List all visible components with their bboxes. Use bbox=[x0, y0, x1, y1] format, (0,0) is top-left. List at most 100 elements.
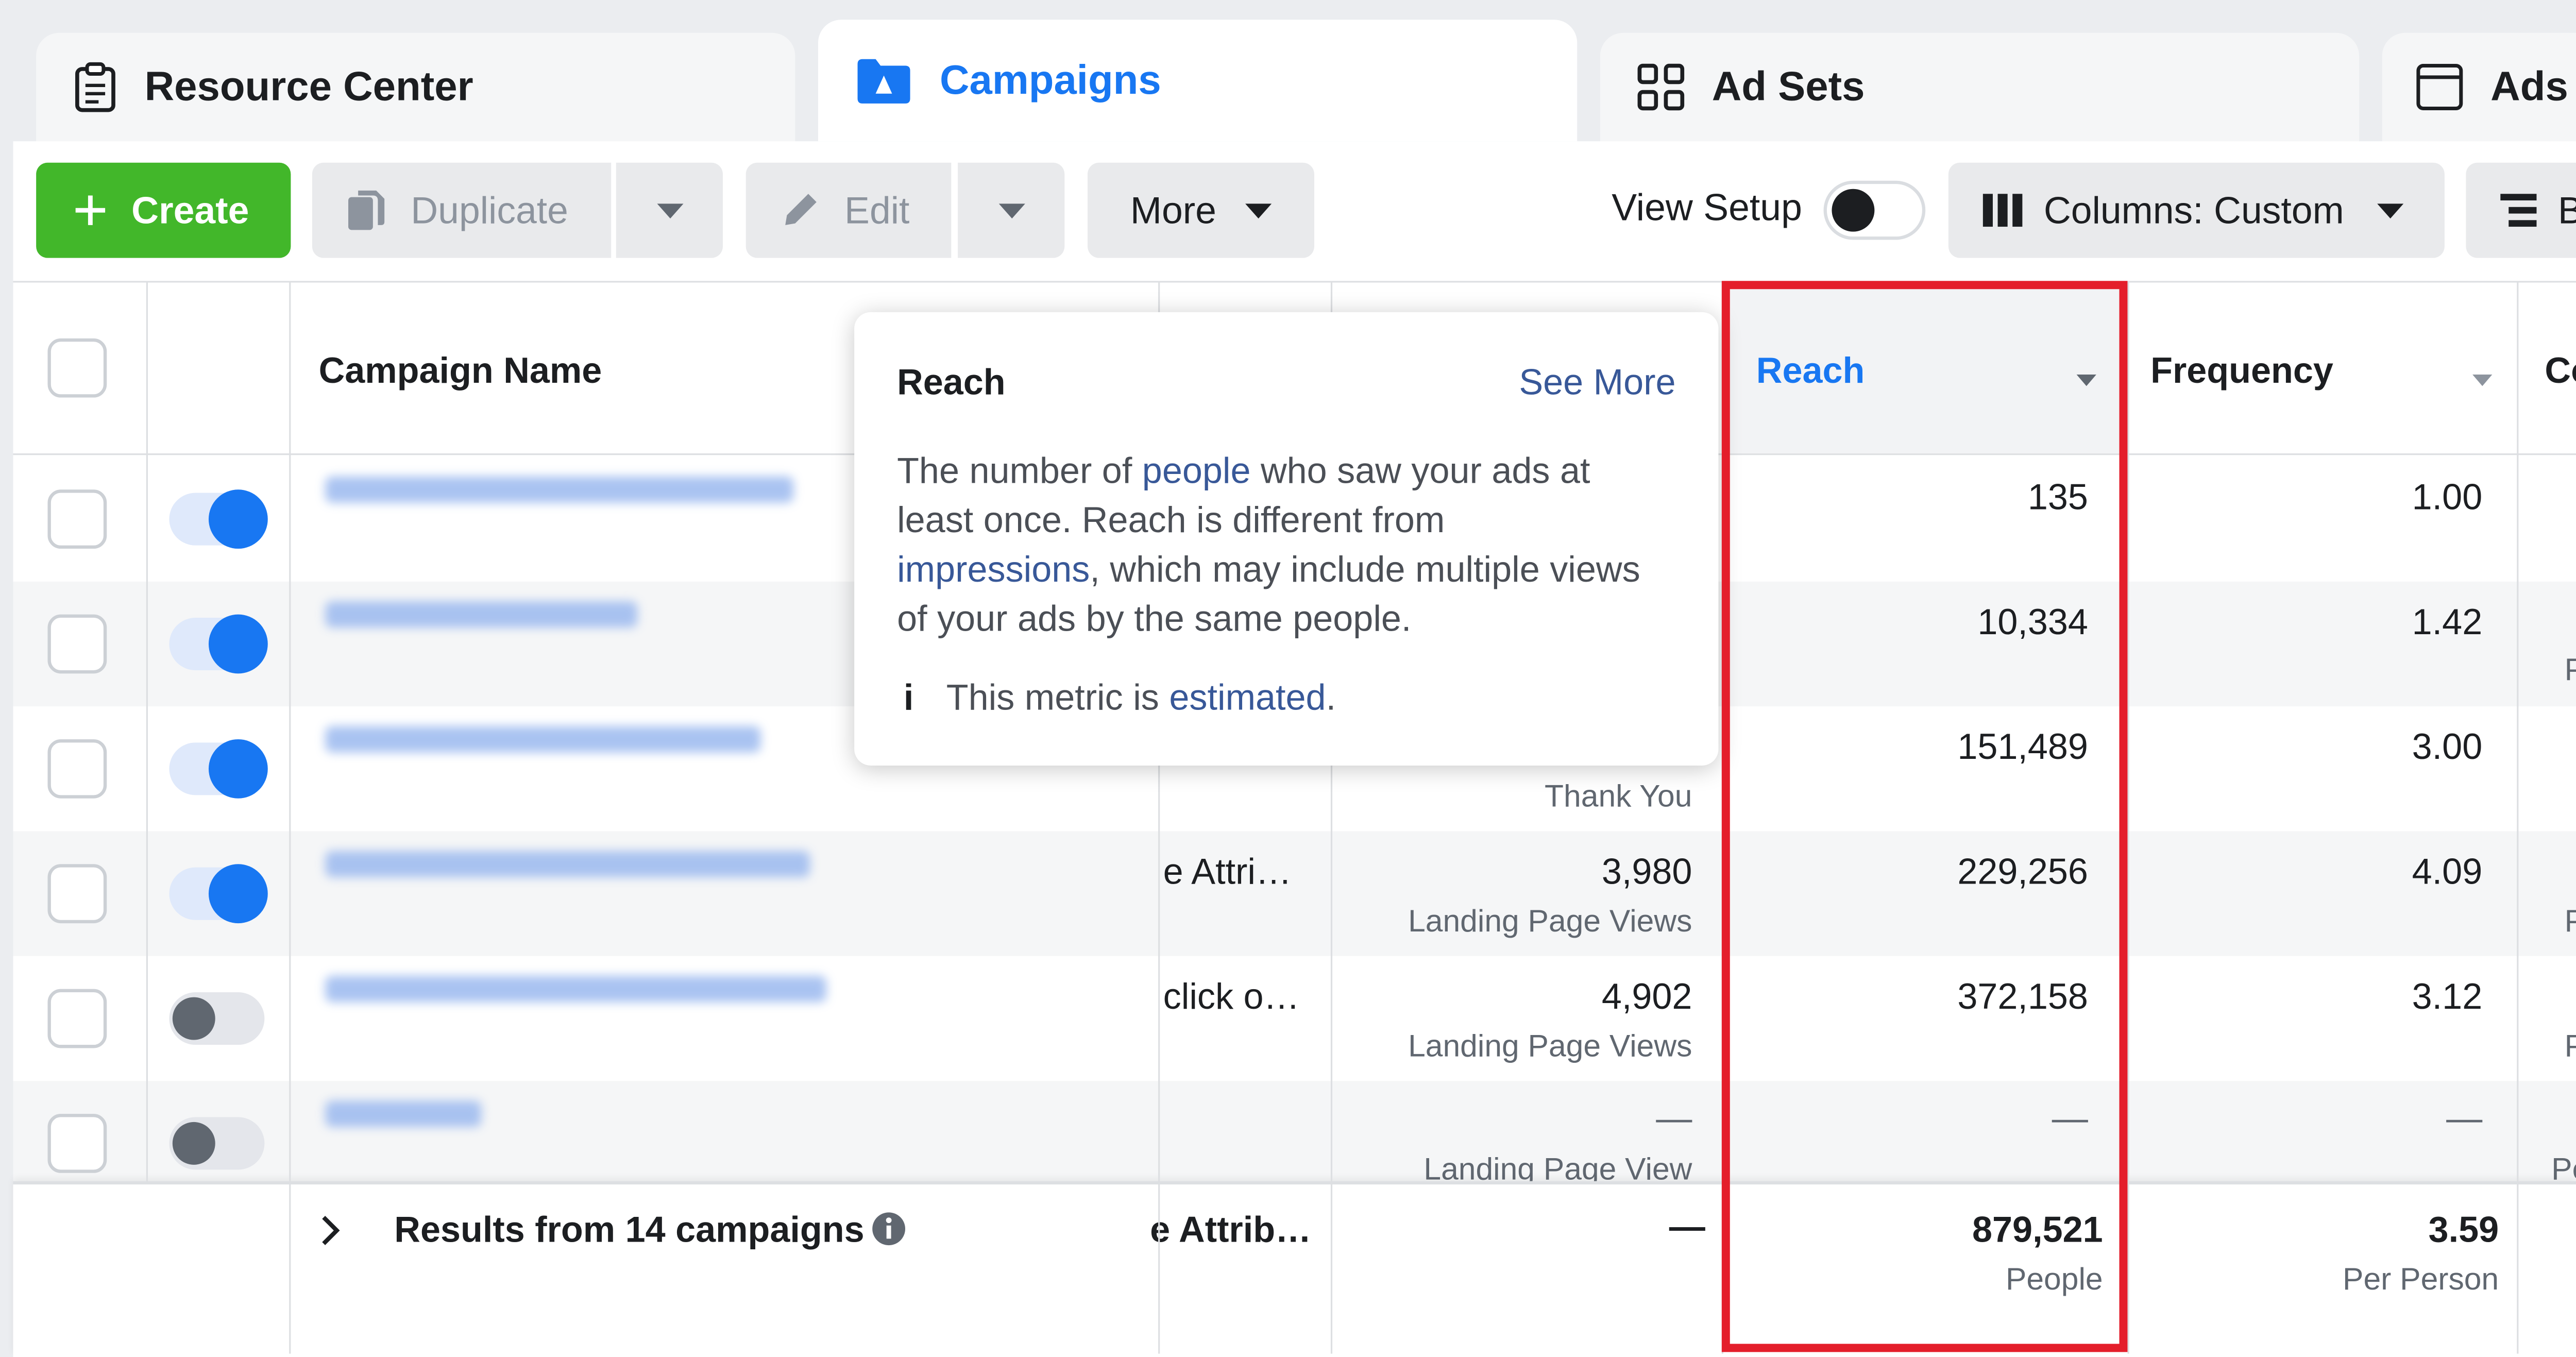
frequency-sub: Pe bbox=[2551, 1153, 2576, 1183]
estimated-link[interactable]: estimated bbox=[1169, 677, 1326, 720]
summary-results: — bbox=[1669, 1206, 1705, 1247]
campaign-name-redacted[interactable] bbox=[325, 726, 761, 753]
frequency-value: — bbox=[2446, 1097, 2483, 1139]
results-value: — bbox=[1656, 1097, 1692, 1139]
campaign-toggle[interactable] bbox=[169, 614, 268, 674]
tooltip-title: Reach bbox=[897, 361, 1006, 403]
note-text: This metric is bbox=[946, 676, 1159, 718]
row-checkbox[interactable] bbox=[47, 864, 107, 924]
duplicate-icon bbox=[345, 188, 388, 233]
campaign-name-redacted[interactable] bbox=[325, 1100, 482, 1127]
edit-label: Edit bbox=[844, 188, 910, 231]
reach-tooltip: Reach See More The number of people who … bbox=[854, 312, 1719, 766]
campaign-name-redacted[interactable] bbox=[325, 601, 638, 628]
duplicate-button[interactable]: Duplicate bbox=[312, 162, 612, 258]
tab-ads[interactable]: Ads bbox=[2382, 32, 2576, 142]
summary-label: Results from 14 campaigns bbox=[394, 1209, 865, 1250]
view-setup-toggle[interactable] bbox=[1823, 180, 1926, 240]
tab-label: Campaigns bbox=[939, 57, 1161, 103]
see-more-link[interactable]: See More bbox=[1519, 362, 1675, 404]
more-label: More bbox=[1130, 188, 1216, 231]
breakdown-label: B bbox=[2558, 188, 2576, 232]
tab-resource-center[interactable]: Resource Center bbox=[36, 32, 795, 142]
campaign-toggle[interactable] bbox=[169, 1117, 265, 1170]
campaign-toggle[interactable] bbox=[169, 489, 268, 549]
frequency-value: 3.12 bbox=[2412, 976, 2483, 1017]
clipboard-icon bbox=[72, 61, 118, 113]
duplicate-dropdown-button[interactable] bbox=[616, 162, 723, 258]
summary-frequency: 3.59 bbox=[2428, 1209, 2499, 1250]
columns-icon bbox=[1981, 192, 2024, 228]
edit-button[interactable]: Edit bbox=[745, 162, 952, 258]
info-i-icon: i bbox=[903, 676, 914, 718]
people-link[interactable]: people bbox=[1142, 450, 1251, 491]
column-divider bbox=[289, 282, 291, 1354]
frequency-sub: Pe bbox=[2565, 905, 2576, 941]
plus-icon bbox=[72, 192, 108, 228]
columns-label: Columns: Custom bbox=[2043, 188, 2344, 231]
header-frequency[interactable]: Frequency bbox=[2150, 350, 2333, 393]
create-button[interactable]: Create bbox=[36, 162, 291, 258]
row-checkbox[interactable] bbox=[47, 739, 107, 799]
view-setup-label: View Setup bbox=[1612, 185, 1802, 229]
frequency-sub: Pe bbox=[2565, 1030, 2576, 1066]
column-divider bbox=[2517, 282, 2519, 1354]
results-sub: Landing Page Views bbox=[1408, 1030, 1692, 1065]
summary-attribution: e Attrib… bbox=[1150, 1209, 1312, 1250]
frequency-sub: P bbox=[2565, 654, 2576, 690]
campaign-name-redacted[interactable] bbox=[325, 976, 826, 1003]
expand-chevron-icon[interactable] bbox=[317, 1212, 343, 1257]
breakdown-icon bbox=[2499, 191, 2538, 230]
select-all-checkbox[interactable] bbox=[47, 338, 107, 398]
impressions-link[interactable]: impressions bbox=[897, 549, 1090, 590]
campaign-name-redacted[interactable] bbox=[325, 851, 810, 877]
tooltip-description: The number of people who saw your ads at… bbox=[897, 447, 1653, 644]
frequency-value: 1.00 bbox=[2412, 476, 2483, 518]
results-sub: Landing Page View bbox=[1423, 1153, 1692, 1183]
table-row[interactable]: e Attri… 3,980 Landing Page Views 229,25… bbox=[13, 831, 2576, 956]
tab-campaigns[interactable]: Campaigns bbox=[818, 20, 1578, 142]
pencil-icon bbox=[778, 189, 821, 232]
edit-dropdown-button[interactable] bbox=[958, 162, 1065, 258]
attribution-setting: e Attri… bbox=[1163, 851, 1292, 892]
frequency-value: 3.00 bbox=[2412, 726, 2483, 768]
toggle-knob bbox=[1832, 189, 1875, 232]
results-sub: Landing Page Views bbox=[1408, 905, 1692, 940]
row-checkbox[interactable] bbox=[47, 489, 107, 549]
results-sub: Thank You bbox=[1545, 780, 1692, 815]
attribution-setting: click o… bbox=[1163, 976, 1300, 1017]
more-button[interactable]: More bbox=[1087, 162, 1315, 258]
grid-icon bbox=[1636, 62, 1686, 112]
folder-icon bbox=[854, 54, 913, 107]
breakdown-button[interactable]: B bbox=[2466, 162, 2576, 258]
frequency-value: 1.42 bbox=[2412, 601, 2483, 642]
tab-label: Resource Center bbox=[144, 63, 473, 110]
frequency-value: 4.09 bbox=[2412, 851, 2483, 892]
caret-down-icon bbox=[2377, 202, 2403, 218]
table-row[interactable]: — Landing Page View — — Pe bbox=[13, 1081, 2576, 1183]
summary-row bbox=[13, 1181, 2576, 1357]
tooltip-note: i This metric is estimated. bbox=[897, 677, 1675, 720]
ads-manager-view: Resource Center Campaigns Ad Sets Ads Cr… bbox=[0, 0, 2576, 1357]
header-campaign-name[interactable]: Campaign Name bbox=[319, 350, 602, 393]
caret-down-icon bbox=[656, 202, 683, 218]
campaign-toggle[interactable] bbox=[169, 864, 268, 924]
columns-button[interactable]: Columns: Custom bbox=[1948, 162, 2445, 258]
sort-caret-icon[interactable] bbox=[2472, 365, 2493, 394]
column-divider bbox=[146, 282, 148, 1183]
tab-label: Ads bbox=[2490, 63, 2568, 110]
tab-ad-sets[interactable]: Ad Sets bbox=[1600, 32, 2360, 142]
header-next-column[interactable]: Co bbox=[2545, 350, 2576, 393]
table-row[interactable]: click o… 4,902 Landing Page Views 372,15… bbox=[13, 956, 2576, 1081]
campaign-name-redacted[interactable] bbox=[325, 476, 794, 503]
caret-down-icon bbox=[1246, 202, 1273, 218]
campaign-toggle[interactable] bbox=[169, 992, 265, 1045]
row-checkbox[interactable] bbox=[47, 989, 107, 1048]
row-checkbox[interactable] bbox=[47, 1113, 107, 1173]
create-label: Create bbox=[131, 188, 249, 231]
campaign-toggle[interactable] bbox=[169, 739, 268, 799]
row-checkbox[interactable] bbox=[47, 614, 107, 674]
caret-down-icon bbox=[998, 202, 1025, 218]
info-icon[interactable] bbox=[871, 1211, 907, 1255]
tab-label: Ad Sets bbox=[1711, 63, 1865, 110]
